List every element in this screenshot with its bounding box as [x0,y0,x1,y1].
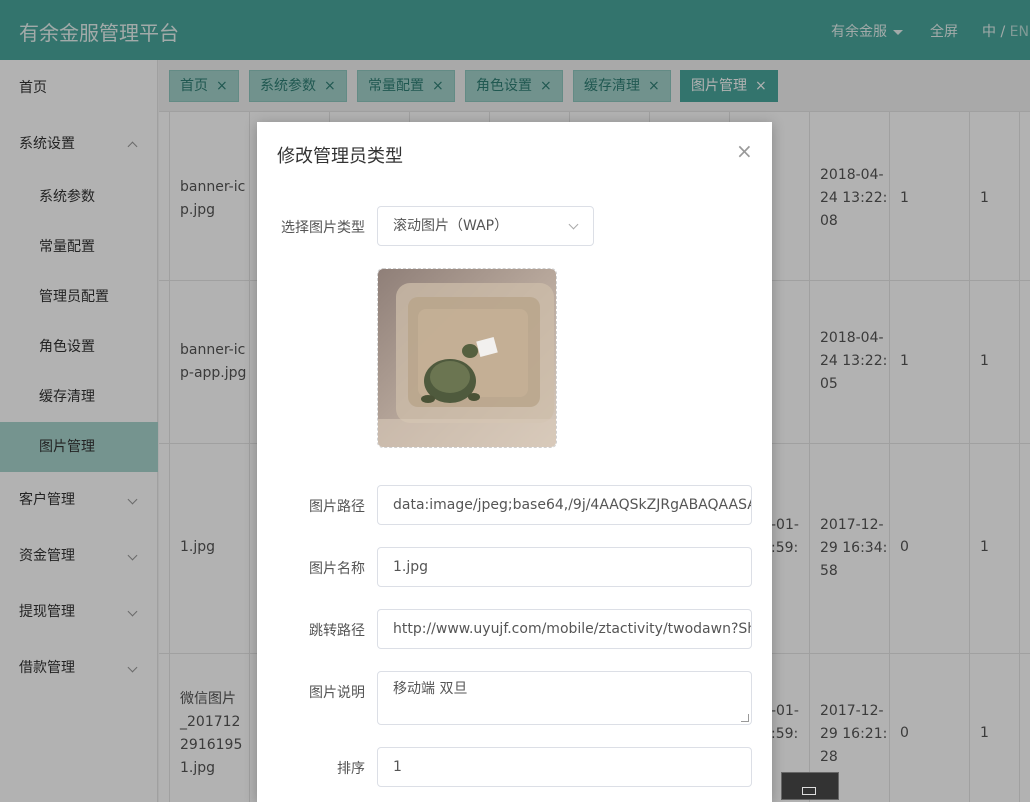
jump-url-input[interactable]: http://www.uyujf.com/mobile/ztactivity/t… [377,609,752,649]
image-path-input[interactable]: data:image/jpeg;base64,/9j/4AAQSkZJRgABA… [377,485,752,525]
dialog-title: 修改管理员类型 [277,146,403,167]
jump-url-label: 跳转路径 [309,623,365,639]
turtle-photo-image [378,269,556,447]
sort-input[interactable]: 1 [377,747,752,787]
keyboard-icon[interactable] [781,772,839,800]
image-type-label: 选择图片类型 [281,220,365,236]
image-path-label: 图片路径 [309,499,365,515]
image-desc-label: 图片说明 [309,685,365,701]
image-type-select[interactable]: 滚动图片（WAP） [377,206,594,246]
chevron-down-icon [568,219,579,230]
image-desc-textarea[interactable]: 移动端 双旦 [377,671,752,725]
edit-image-dialog: 修改管理员类型 × 选择图片类型 滚动图片（WAP） 图片路径 data:ima… [257,122,772,802]
image-type-value: 滚动图片（WAP） [393,218,509,234]
image-preview[interactable] [377,268,557,448]
image-name-label: 图片名称 [309,561,365,577]
image-desc-value: 移动端 双旦 [393,681,468,697]
image-name-input[interactable]: 1.jpg [377,547,752,587]
sort-label: 排序 [337,761,365,777]
resize-handle-icon[interactable] [741,714,749,722]
close-icon[interactable]: × [736,139,753,163]
keyboard-key-icon [802,787,816,795]
